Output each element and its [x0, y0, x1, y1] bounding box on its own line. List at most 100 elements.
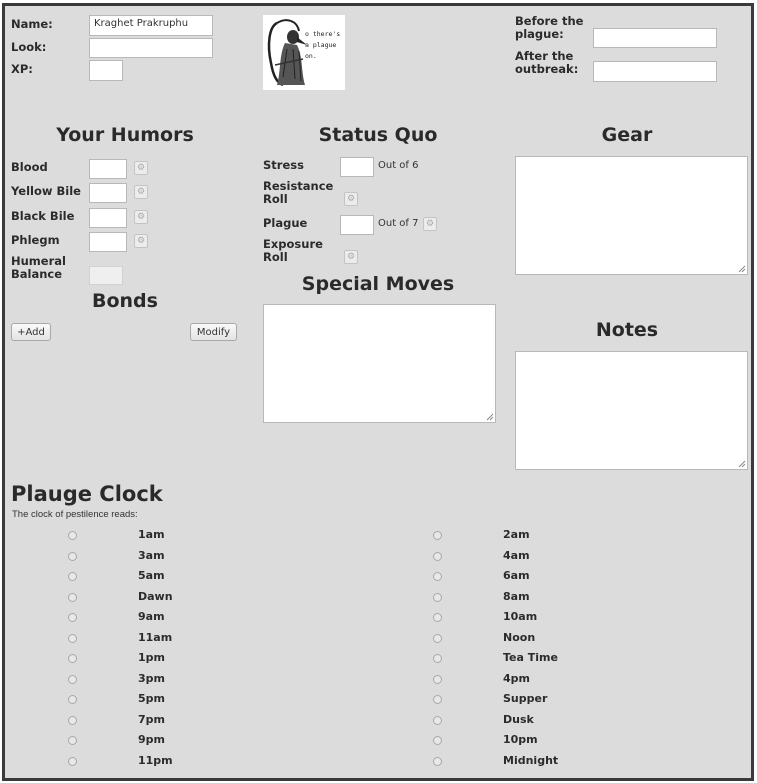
- before-plague-input[interactable]: [593, 28, 717, 48]
- clock-label-left-2: 5am: [138, 569, 165, 582]
- phlegm-dice-icon[interactable]: ⚙: [134, 234, 148, 248]
- name-label: Name:: [11, 17, 53, 31]
- plague-input[interactable]: [340, 215, 374, 235]
- clock-radio-left-2[interactable]: [68, 572, 77, 581]
- humeral-balance-input: [89, 266, 123, 285]
- blood-dice-icon[interactable]: ⚙: [134, 161, 148, 175]
- clock-label-right-4: 10am: [503, 610, 538, 623]
- stress-max: Out of 6: [378, 160, 419, 171]
- clock-label-right-2: 6am: [503, 569, 530, 582]
- xp-input[interactable]: [89, 60, 123, 81]
- notes-title: Notes: [595, 319, 659, 341]
- humor-yellow-bile-label: Yellow Bile: [11, 184, 81, 198]
- humor-black-bile-input[interactable]: [89, 208, 127, 228]
- stress-input[interactable]: [340, 157, 374, 177]
- clock-radio-right-10[interactable]: [433, 736, 442, 745]
- clock-label-right-8: Supper: [503, 692, 548, 705]
- plague-dice-icon[interactable]: ⚙: [423, 217, 437, 231]
- clock-radio-right-5[interactable]: [433, 633, 442, 643]
- clock-radio-left-1[interactable]: [68, 551, 77, 561]
- clock-radio-right-8[interactable]: [433, 695, 442, 704]
- clock-label-right-0: 2am: [503, 528, 530, 541]
- humor-blood-input[interactable]: [89, 159, 127, 179]
- resize-grip-icon[interactable]: [486, 413, 494, 421]
- stress-label: Stress: [263, 158, 304, 172]
- humor-phlegm-input[interactable]: [89, 232, 127, 252]
- clock-radio-right-3[interactable]: [433, 592, 442, 602]
- clock-label-left-6: 1pm: [138, 651, 165, 664]
- clock-radio-left-7[interactable]: [68, 674, 77, 684]
- clock-subtitle: The clock of pestilence reads:: [12, 509, 138, 520]
- clock-label-left-7: 3pm: [138, 671, 165, 685]
- clock-label-right-1: 4am: [503, 548, 530, 562]
- resistance-dice-icon[interactable]: ⚙: [344, 192, 358, 206]
- clock-radio-left-3[interactable]: [68, 592, 77, 602]
- logo-text: o there's a plague on.: [305, 30, 341, 60]
- clock-label-right-9: Dusk: [503, 712, 534, 726]
- humor-black-bile-label: Black Bile: [11, 209, 75, 223]
- clock-label-right-10: 10pm: [503, 733, 538, 746]
- clock-title: Plauge Clock: [11, 482, 163, 506]
- clock-radio-right-2[interactable]: [433, 572, 442, 581]
- look-input[interactable]: [89, 38, 213, 58]
- humors-title: Your Humors: [56, 124, 194, 146]
- special-moves-title: Special Moves: [301, 273, 455, 295]
- clock-label-right-7: 4pm: [503, 671, 530, 685]
- clock-radio-left-9[interactable]: [68, 715, 77, 725]
- clock-label-left-4: 9am: [138, 610, 165, 623]
- clock-radio-left-10[interactable]: [68, 736, 77, 745]
- before-plague-label: Before the plague:: [515, 14, 584, 41]
- clock-label-left-0: 1am: [138, 528, 165, 541]
- clock-label-right-11: Midnight: [503, 753, 559, 767]
- add-bond-button[interactable]: +Add: [11, 323, 51, 341]
- clock-label-left-11: 11pm: [138, 753, 173, 767]
- clock-label-left-3: Dawn: [138, 589, 173, 603]
- clock-label-left-5: 11am: [138, 630, 173, 644]
- clock-radio-right-7[interactable]: [433, 674, 442, 684]
- clock-radio-left-4[interactable]: [68, 613, 77, 622]
- clock-label-left-8: 5pm: [138, 692, 165, 705]
- clock-label-right-6: Tea Time: [503, 651, 558, 664]
- xp-label: XP:: [11, 62, 33, 76]
- special-moves-textarea[interactable]: [263, 304, 496, 423]
- clock-radio-left-11[interactable]: [68, 756, 77, 766]
- yellow-bile-dice-icon[interactable]: ⚙: [134, 185, 148, 199]
- clock-radio-right-11[interactable]: [433, 756, 442, 766]
- humor-blood-label: Blood: [11, 160, 48, 174]
- after-outbreak-label: After the outbreak:: [515, 49, 579, 76]
- clock-radio-right-4[interactable]: [433, 613, 442, 622]
- black-bile-dice-icon[interactable]: ⚙: [134, 210, 148, 224]
- clock-radio-right-0[interactable]: [433, 531, 442, 540]
- clock-label-right-5: Noon: [503, 630, 536, 644]
- gear-title: Gear: [601, 124, 653, 146]
- look-label: Look:: [11, 40, 47, 54]
- modify-bond-button[interactable]: Modify: [190, 323, 237, 341]
- clock-radio-left-5[interactable]: [68, 633, 77, 643]
- clock-radio-right-9[interactable]: [433, 715, 442, 725]
- after-outbreak-input[interactable]: [593, 61, 717, 82]
- bonds-title: Bonds: [92, 290, 158, 312]
- resistance-roll-label: Resistance Roll: [263, 179, 334, 206]
- resize-grip-icon[interactable]: [738, 265, 746, 273]
- exposure-roll-label: Exposure Roll: [263, 237, 323, 264]
- plague-max: Out of 7: [378, 218, 419, 229]
- character-sheet: Name: Kraghet Prakruphu Look: XP: o ther…: [2, 3, 754, 781]
- clock-radio-left-8[interactable]: [68, 695, 77, 704]
- clock-label-left-9: 7pm: [138, 712, 165, 726]
- name-input[interactable]: Kraghet Prakruphu: [89, 15, 213, 36]
- clock-radio-right-1[interactable]: [433, 551, 442, 561]
- resize-grip-icon[interactable]: [738, 460, 746, 468]
- clock-radio-left-0[interactable]: [68, 531, 77, 540]
- clock-label-left-1: 3am: [138, 548, 165, 562]
- plague-logo: o there's a plague on.: [263, 15, 345, 90]
- humeral-balance-label: Humeral Balance: [11, 254, 66, 281]
- exposure-dice-icon[interactable]: ⚙: [344, 250, 358, 264]
- clock-label-right-3: 8am: [503, 589, 530, 603]
- clock-radio-right-6[interactable]: [433, 654, 442, 663]
- status-title: Status Quo: [318, 124, 438, 146]
- plague-label: Plague: [263, 216, 308, 230]
- gear-textarea[interactable]: [515, 156, 748, 275]
- humor-yellow-bile-input[interactable]: [89, 183, 127, 203]
- notes-textarea[interactable]: [515, 351, 748, 470]
- clock-radio-left-6[interactable]: [68, 654, 77, 663]
